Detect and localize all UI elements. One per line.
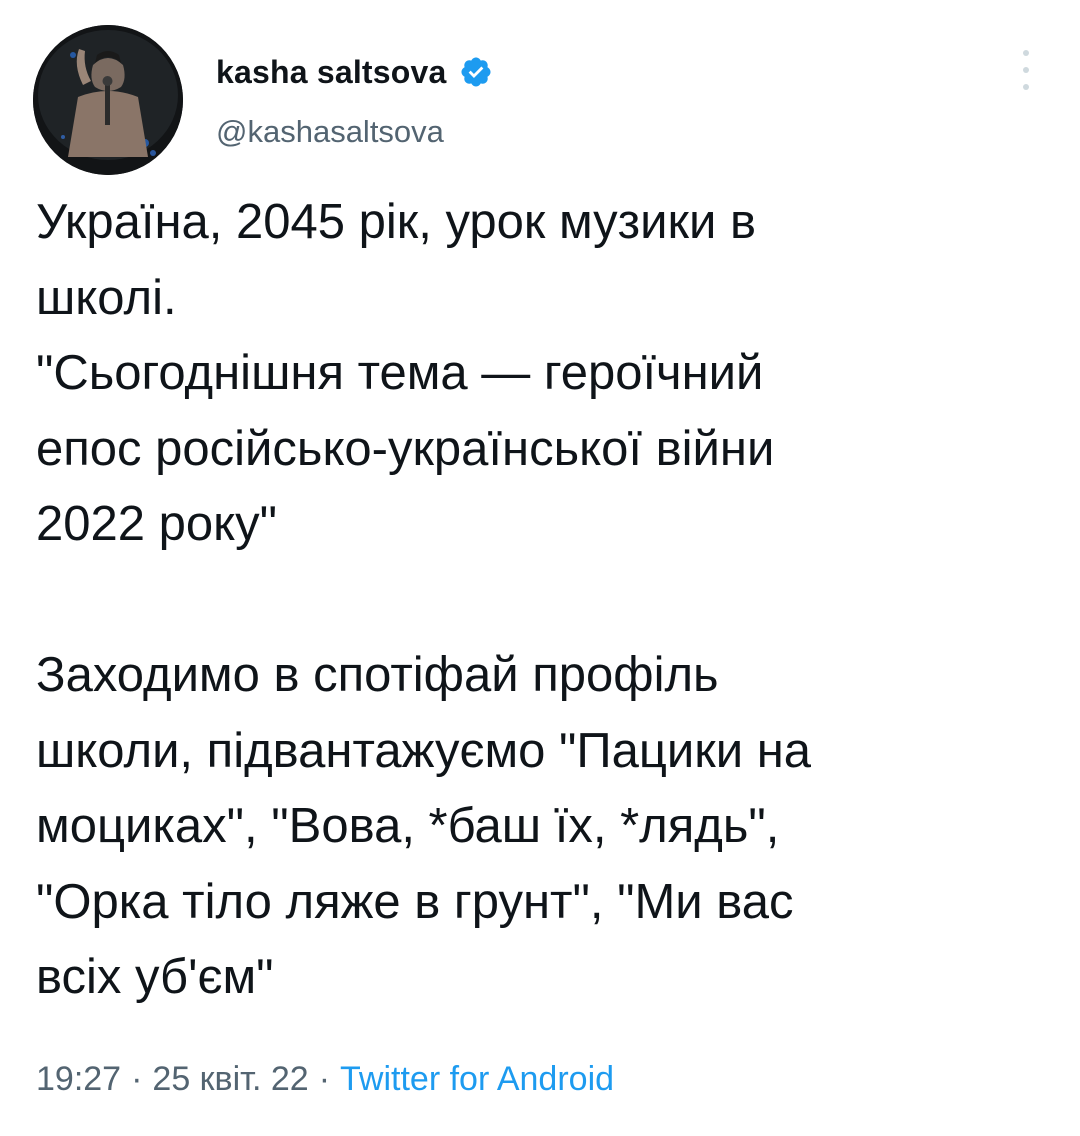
avatar-image — [33, 25, 183, 175]
more-dot — [1023, 50, 1029, 56]
handle[interactable]: @kashasaltsova — [216, 114, 493, 150]
tweet: kasha saltsova @kashasaltsova Україна, 2… — [0, 0, 1080, 1136]
author-block[interactable]: kasha saltsova @kashasaltsova — [216, 50, 493, 150]
more-dot — [1023, 67, 1029, 73]
more-dot — [1023, 84, 1029, 90]
tweet-meta: 19:27 · 25 квіт. 22 · Twitter for Androi… — [36, 1060, 614, 1099]
meta-separator: · — [318, 1060, 331, 1098]
avatar[interactable] — [33, 25, 183, 175]
tweet-source-link[interactable]: Twitter for Android — [340, 1060, 614, 1099]
verified-badge-icon — [459, 55, 493, 89]
tweet-date[interactable]: 25 квіт. 22 — [152, 1060, 308, 1099]
tweet-text: Україна, 2045 рік, урок музики в школі. … — [36, 195, 812, 1004]
tweet-time[interactable]: 19:27 — [36, 1060, 121, 1099]
name-row: kasha saltsova — [216, 50, 493, 94]
display-name[interactable]: kasha saltsova — [216, 54, 447, 91]
more-vertical-icon[interactable] — [1016, 50, 1036, 90]
meta-separator: · — [131, 1060, 143, 1098]
